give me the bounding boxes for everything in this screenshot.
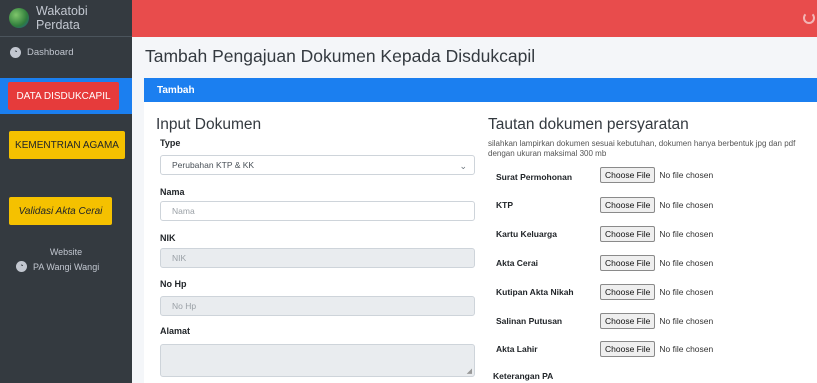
- globe-icon: ◔: [16, 261, 27, 272]
- doc-label-kartu-keluarga: Kartu Keluarga: [496, 229, 557, 239]
- brand-logo-icon: [9, 8, 29, 28]
- website-link-label: PA Wangi Wangi: [33, 261, 100, 272]
- validasi-akta-cerai-button[interactable]: Validasi Akta Cerai: [9, 197, 112, 225]
- website-link[interactable]: ◔ PA Wangi Wangi: [16, 261, 99, 272]
- doc-label-akta-cerai: Akta Cerai: [496, 258, 539, 268]
- file-input-akta-lahir[interactable]: Choose File No file chosen: [600, 341, 713, 357]
- brand[interactable]: Wakatobi Perdata: [0, 0, 132, 37]
- file-status: No file chosen: [659, 316, 714, 326]
- choose-file-button[interactable]: Choose File: [600, 284, 656, 300]
- choose-file-button[interactable]: Choose File: [600, 197, 656, 213]
- doc-label-akta-lahir: Akta Lahir: [496, 344, 538, 354]
- choose-file-button[interactable]: Choose File: [600, 167, 656, 183]
- dashboard-icon: ◔: [10, 46, 21, 58]
- type-select-value: Perubahan KTP & KK: [172, 160, 255, 170]
- power-icon[interactable]: [803, 12, 815, 24]
- input-section-title: Input Dokumen: [156, 116, 262, 133]
- sidebar: Wakatobi Perdata ◔ Dashboard DATA DISDUK…: [0, 0, 132, 383]
- card-header: Tambah: [144, 78, 817, 102]
- file-input-kutipan-akta-nikah[interactable]: Choose File No file chosen: [600, 284, 713, 300]
- docs-note: silahkan lampirkan dokumen sesuai kebutu…: [488, 139, 796, 158]
- file-status: No file chosen: [659, 258, 714, 268]
- type-label: Type: [160, 138, 181, 148]
- alamat-textarea[interactable]: ◢: [160, 344, 475, 377]
- nama-placeholder: Nama: [172, 206, 195, 216]
- top-navbar: [132, 0, 817, 37]
- file-input-kartu-keluarga[interactable]: Choose File No file chosen: [600, 226, 713, 242]
- sidebar-item-label: Dashboard: [27, 46, 74, 58]
- chevron-down-icon: ⌄: [459, 161, 467, 171]
- nohp-label: No Hp: [160, 279, 187, 289]
- nik-input[interactable]: NIK: [160, 248, 475, 268]
- file-input-ktp[interactable]: Choose File No file chosen: [600, 197, 713, 213]
- data-disdukcapil-button[interactable]: DATA DISDUKCAPIL: [8, 82, 119, 110]
- file-status: No file chosen: [659, 170, 714, 180]
- website-label: Website: [49, 247, 83, 257]
- choose-file-button[interactable]: Choose File: [600, 255, 656, 271]
- file-input-akta-cerai[interactable]: Choose File No file chosen: [600, 255, 713, 271]
- nama-label: Nama: [160, 187, 185, 197]
- nohp-input[interactable]: No Hp: [160, 296, 475, 316]
- nama-input[interactable]: Nama: [160, 201, 475, 221]
- doc-label-kutipan-akta-nikah: Kutipan Akta Nikah: [496, 287, 574, 297]
- file-input-surat-permohonan[interactable]: Choose File No file chosen: [600, 167, 713, 183]
- file-status: No file chosen: [659, 229, 714, 239]
- docs-section-title: Tautan dokumen persyaratan: [488, 116, 689, 133]
- alamat-label: Alamat: [160, 326, 191, 336]
- choose-file-button[interactable]: Choose File: [600, 226, 656, 242]
- doc-label-ktp: KTP: [496, 200, 513, 210]
- nohp-placeholder: No Hp: [172, 301, 197, 311]
- nik-placeholder: NIK: [172, 253, 187, 263]
- page-title: Tambah Pengajuan Dokumen Kepada Disdukca…: [145, 46, 536, 66]
- resize-handle-icon[interactable]: ◢: [467, 367, 472, 375]
- type-select[interactable]: Perubahan KTP & KK ⌄: [160, 155, 475, 175]
- nik-label: NIK: [160, 233, 176, 243]
- brand-title: Wakatobi Perdata: [36, 4, 88, 32]
- file-input-salinan-putusan[interactable]: Choose File No file chosen: [600, 313, 713, 329]
- doc-label-surat-permohonan: Surat Permohonan: [496, 172, 573, 182]
- file-status: No file chosen: [659, 200, 714, 210]
- file-status: No file chosen: [659, 344, 714, 354]
- choose-file-button[interactable]: Choose File: [600, 341, 656, 357]
- doc-label-salinan-putusan: Salinan Putusan: [496, 316, 563, 326]
- file-status: No file chosen: [659, 287, 714, 297]
- choose-file-button[interactable]: Choose File: [600, 313, 656, 329]
- sidebar-item-dashboard[interactable]: ◔ Dashboard: [0, 37, 132, 67]
- keterangan-pa-label: Keterangan PA: [493, 371, 554, 381]
- kementrian-agama-button[interactable]: KEMENTRIAN AGAMA: [9, 131, 125, 159]
